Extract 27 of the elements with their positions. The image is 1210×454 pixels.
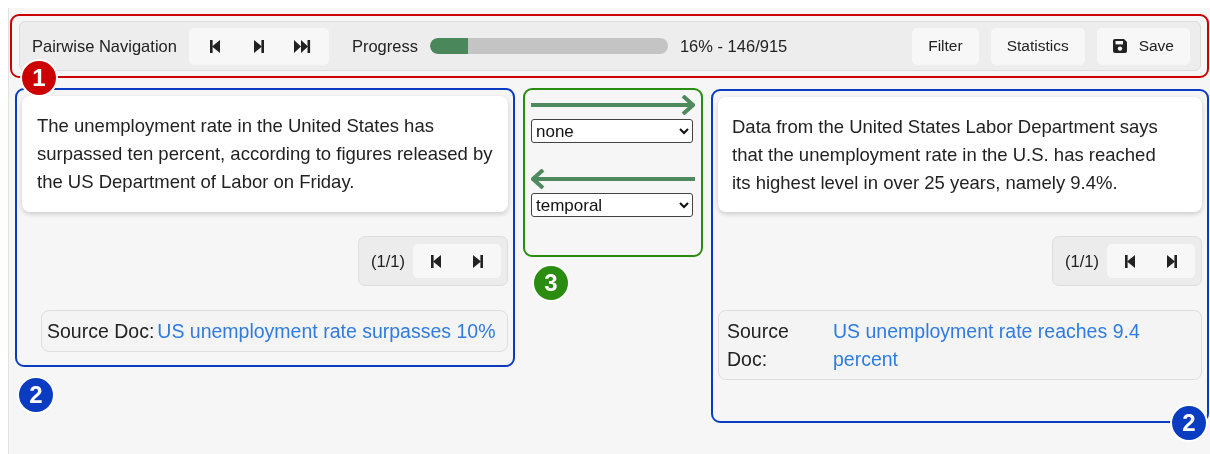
relation-select[interactable]: none	[531, 119, 693, 143]
skip-back-icon	[430, 254, 442, 268]
source-link[interactable]: US unemployment rate surpasses 10%	[157, 317, 496, 345]
sentence-text: The unemployment rate in the United States has surpassed ten percent, according to figures released by the US Department of Labor on Friday.	[22, 96, 508, 212]
toolbar-button[interactable]: Filter	[912, 27, 979, 65]
skip-back-icon	[1124, 254, 1136, 268]
pager-count: (1/1)	[371, 251, 405, 271]
progress-label: Progress	[351, 36, 418, 56]
save-button[interactable]: Save	[1096, 27, 1190, 65]
progress-reading: 16% - 146/915	[679, 36, 788, 56]
skip-forward-icon	[252, 39, 265, 53]
skip-back-icon	[208, 39, 221, 53]
relation-select[interactable]: temporal	[531, 193, 693, 217]
navigation-label: Pairwise Navigation	[32, 36, 177, 56]
source-link[interactable]: US unemployment rate reaches 9.4 percent	[833, 317, 1193, 373]
sentence-text: Data from the United States Labor Department says that the unemployment rate in the U.S. has reached its highest level in over 25 years, namely 9.4%.	[718, 97, 1202, 212]
source-label: Source Doc:	[47, 319, 155, 344]
toolbar-button[interactable]: Statistics	[990, 27, 1085, 65]
skip-forward-icon	[1166, 254, 1178, 268]
annotation-badge: 1	[22, 61, 56, 95]
source-label: Source Doc:	[727, 319, 790, 372]
annotation-badge: 2	[1172, 406, 1206, 440]
fast-forward-icon	[294, 39, 312, 53]
annotation-badge: 3	[534, 266, 568, 300]
annotation-badge: 2	[19, 378, 53, 412]
pager-count: (1/1)	[1065, 251, 1099, 271]
skip-forward-icon	[472, 254, 484, 268]
